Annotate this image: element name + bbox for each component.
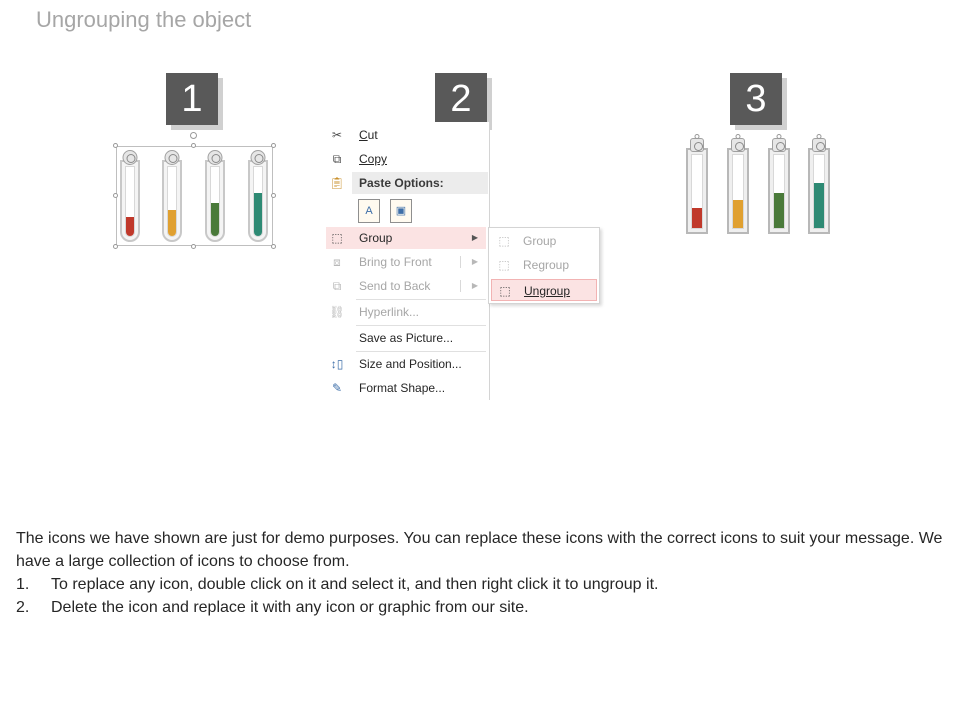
menu-item-format-shape[interactable]: ✎ Format Shape... [326, 377, 486, 399]
menu-item-save-as-picture[interactable]: Save as Picture... [326, 327, 486, 349]
menu-item-hyperlink[interactable]: ⛓ Hyperlink... [326, 301, 486, 323]
send-to-back-icon: ⧉ [332, 279, 342, 293]
submenu-arrow-icon: ▶ [471, 257, 478, 266]
resize-handle[interactable] [271, 244, 276, 249]
list-text: Delete the icon and replace it with any … [51, 599, 529, 616]
menu-item-copy[interactable]: ⧉ Copy [326, 148, 486, 170]
resize-handle[interactable] [113, 244, 118, 249]
menu-item-group[interactable]: ⬚ Group ▶ [326, 227, 486, 249]
resize-handle[interactable] [113, 193, 118, 198]
submenu-item-ungroup[interactable]: ⬚ Ungroup [491, 279, 597, 301]
group-submenu: ⬚ Group ⬚ Regroup ⬚ Ungroup [488, 227, 600, 304]
menu-item-label: Cut [359, 128, 378, 142]
ungroup-icon: ⬚ [499, 284, 511, 298]
menu-item-send-to-back[interactable]: ⧉ Send to Back ▶ [326, 275, 486, 297]
menu-item-size-and-position[interactable]: ↕▯ Size and Position... [326, 353, 486, 375]
size-position-icon: ↕▯ [330, 357, 344, 371]
format-shape-label: Format Shape... [359, 381, 446, 395]
hyperlink-label: Hyperlink... [359, 305, 420, 319]
hyperlink-icon: ⛓ [329, 305, 345, 319]
rotate-handle[interactable] [190, 132, 197, 139]
step-3-badge: 3 [730, 73, 782, 125]
group-icon: ⬚ [498, 234, 510, 248]
scissors-icon: ✂ [331, 128, 343, 142]
paste-keep-formatting-icon[interactable]: A [358, 199, 380, 223]
cut-label: ut [367, 128, 378, 142]
test-tube-icon [120, 150, 140, 242]
tube-fill [168, 209, 176, 236]
instructions: The icons we have shown are just for dem… [16, 527, 946, 619]
tube-fill [733, 200, 743, 228]
step-1-badge: 1 [166, 73, 218, 125]
tube-fill [774, 192, 784, 228]
test-tube-icon[interactable] [686, 134, 708, 234]
test-tube-icon[interactable] [727, 134, 749, 234]
test-tube-icon [248, 150, 268, 242]
test-tube-icon [162, 150, 182, 242]
list-number: 1. [16, 576, 30, 593]
list-item: 2. Delete the icon and replace it with a… [16, 596, 946, 619]
resize-handle[interactable] [271, 193, 276, 198]
test-tube-icon [205, 150, 225, 242]
resize-handle[interactable] [113, 143, 118, 148]
instructions-intro: The icons we have shown are just for dem… [16, 530, 943, 570]
list-text: To replace any icon, double click on it … [51, 576, 659, 593]
submenu-arrow-icon: ▶ [471, 281, 478, 290]
tube-fill [814, 182, 824, 228]
copy-label: Copy [359, 152, 388, 166]
resize-handle[interactable] [271, 143, 276, 148]
instructions-list: 1. To replace any icon, double click on … [16, 573, 946, 619]
submenu-group-label: Group [523, 234, 557, 248]
list-item: 1. To replace any icon, double click on … [16, 573, 946, 596]
bring-to-front-icon: ⧈ [333, 255, 341, 269]
group-label: Group [359, 231, 393, 245]
grouped-tube-icon[interactable] [113, 132, 276, 249]
test-tube-icon[interactable] [808, 134, 830, 234]
paste-as-picture-icon[interactable]: ▣ [390, 199, 412, 223]
menu-item-cut[interactable]: ✂ Cut [326, 124, 486, 146]
tube-fill [126, 216, 134, 236]
group-icon: ⬚ [331, 231, 343, 245]
tube-fill [254, 193, 262, 236]
tube-fill [692, 207, 702, 228]
submenu-arrow-icon: ▶ [471, 233, 478, 242]
submenu-item-regroup[interactable]: ⬚ Regroup [491, 254, 597, 276]
regroup-icon: ⬚ [498, 258, 510, 272]
resize-handle[interactable] [191, 143, 196, 148]
bring-to-front-label: Bring to Front [359, 255, 432, 269]
clipboard-icon: 📋︎ [329, 176, 345, 190]
send-to-back-label: Send to Back [359, 279, 431, 293]
submenu-item-group[interactable]: ⬚ Group [491, 230, 597, 252]
paste-options-header: Paste Options: [352, 172, 488, 194]
submenu-regroup-label: Regroup [523, 258, 570, 272]
copy-icon: ⧉ [332, 152, 342, 166]
resize-handle[interactable] [191, 244, 196, 249]
save-as-picture-label: Save as Picture... [359, 331, 454, 345]
test-tube-icon[interactable] [768, 134, 790, 234]
list-number: 2. [16, 599, 30, 616]
paste-options-row: 📋︎ [326, 172, 352, 194]
size-and-position-label: Size and Position... [359, 357, 462, 371]
slide-title: Ungrouping the object [36, 7, 252, 32]
submenu-ungroup-label: Ungroup [524, 284, 571, 298]
menu-item-bring-to-front[interactable]: ⧈ Bring to Front ▶ [326, 251, 486, 273]
format-shape-icon: ✎ [331, 381, 343, 395]
context-menu: ✂ Cut ⧉ Copy 📋︎ Paste Options: A ▣ ⬚ Gro… [322, 122, 490, 400]
tube-fill [211, 202, 219, 236]
ungrouped-tube-icons [684, 134, 834, 234]
step-2-badge: 2 [435, 73, 487, 125]
